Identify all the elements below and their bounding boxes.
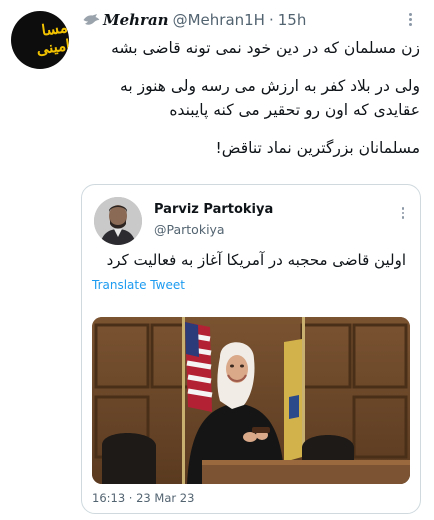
author-name[interactable]: Mehran [103,11,169,29]
quoted-avatar[interactable] [94,197,142,245]
quoted-author-handle[interactable]: @Partokiya [154,222,225,237]
bird-icon [83,14,100,25]
tweet-text-line: مسلمانان بزرگترین نماد تناقض! [215,139,420,157]
tweet-text-line: عقایدی که اون رو تحقیر می کنه پایبنده [169,101,420,119]
quoted-author-name[interactable]: Parviz Partokiya [154,202,273,217]
author-handle[interactable]: @Mehran1H [173,11,265,29]
tweet-text-line: ولی در بلاد کفر به ارزش می رسه ولی هنوز … [120,77,420,95]
translate-tweet-link[interactable]: Translate Tweet [92,278,185,292]
tweet: مسا امینی Mehran @Mehran1H · 15h زن مسلم… [0,0,434,520]
tweet-body: زن مسلمان که در دین خود نمی تونه قاضی بش… [90,36,420,160]
separator-dot: · [268,11,274,29]
quoted-timestamp[interactable]: 16:13 · 23 Mar 23 [92,491,194,505]
quoted-photo[interactable] [92,317,410,484]
more-options-icon[interactable] [400,10,420,28]
tweet-header: Mehran @Mehran1H · 15h [82,8,306,32]
quoted-more-options-icon[interactable] [396,205,410,221]
quoted-tweet[interactable]: Parviz Partokiya @Partokiya اولین قاضی م… [81,184,421,514]
avatar-logo-text: مسا امینی [35,18,69,59]
tweet-text-line: زن مسلمان که در دین خود نمی تونه قاضی بش… [111,39,420,57]
quoted-text: اولین قاضی محجبه در آمریکا آغاز به فعالی… [106,251,406,269]
avatar[interactable]: مسا امینی [11,11,69,69]
tweet-time[interactable]: 15h [278,11,307,29]
